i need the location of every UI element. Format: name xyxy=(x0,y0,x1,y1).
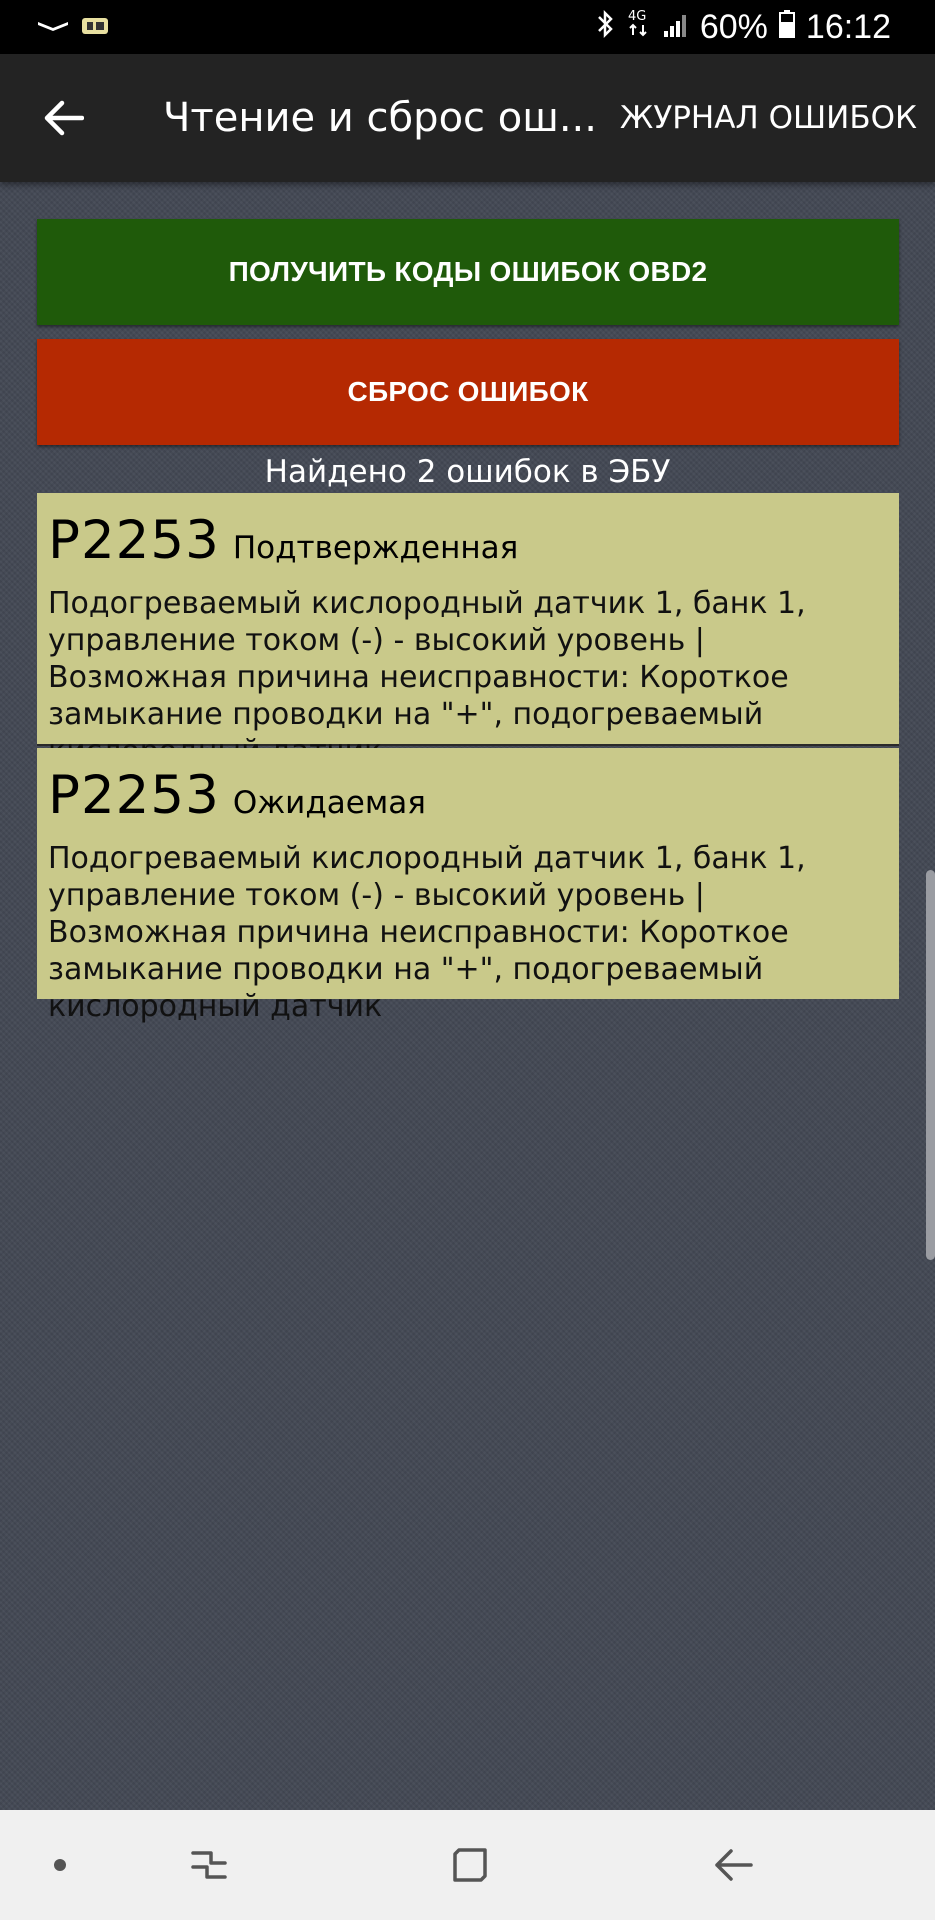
error-item[interactable]: P2253 Подтвержденная Подогреваемый кисло… xyxy=(37,493,899,769)
clock: 16:12 xyxy=(805,7,891,46)
dot-icon[interactable] xyxy=(30,1835,90,1895)
scrollbar[interactable] xyxy=(926,870,935,1260)
found-errors-summary: Найдено 2 ошибок в ЭБУ xyxy=(264,454,671,490)
error-code: P2253 xyxy=(48,510,220,571)
notification-app-icon-2 xyxy=(80,14,110,42)
battery-icon xyxy=(778,8,796,47)
error-log-button[interactable]: ЖУРНАЛ ОШИБОК xyxy=(620,98,917,138)
signal-icon xyxy=(662,8,690,47)
home-icon[interactable] xyxy=(440,1835,500,1895)
reset-errors-button[interactable]: СБРОС ОШИБОК xyxy=(37,339,899,445)
error-item[interactable]: P2253 Ожидаемая Подогреваемый кислородны… xyxy=(37,748,899,1024)
notification-app-icon-1 xyxy=(36,18,70,38)
recent-apps-icon[interactable] xyxy=(179,1835,239,1895)
read-codes-button[interactable]: ПОЛУЧИТЬ КОДЫ ОШИБОК OBD2 xyxy=(37,219,899,325)
error-status: Подтвержденная xyxy=(232,530,519,566)
back-nav-icon[interactable] xyxy=(703,1835,763,1895)
error-status: Ожидаемая xyxy=(232,785,426,821)
back-button[interactable] xyxy=(30,84,98,152)
toolbar: Чтение и сброс ош... ЖУРНАЛ ОШИБОК xyxy=(0,54,935,182)
error-code: P2253 xyxy=(48,765,220,826)
arrow-left-icon xyxy=(44,100,84,136)
error-description: Подогреваемый кислородный датчик 1, банк… xyxy=(48,586,806,769)
navigation-bar xyxy=(0,1810,935,1920)
4g-data-icon: 4G xyxy=(626,7,652,47)
battery-percent: 60% xyxy=(699,7,768,46)
error-description: Подогреваемый кислородный датчик 1, банк… xyxy=(48,841,806,1024)
bluetooth-icon xyxy=(596,8,616,47)
error-list: P2253 Подтвержденная Подогреваемый кисло… xyxy=(37,493,899,1024)
status-bar: 4G 60% 16:12 xyxy=(0,0,935,54)
svg-text:4G: 4G xyxy=(628,9,646,24)
page-title: Чтение и сброс ош... xyxy=(163,95,597,141)
